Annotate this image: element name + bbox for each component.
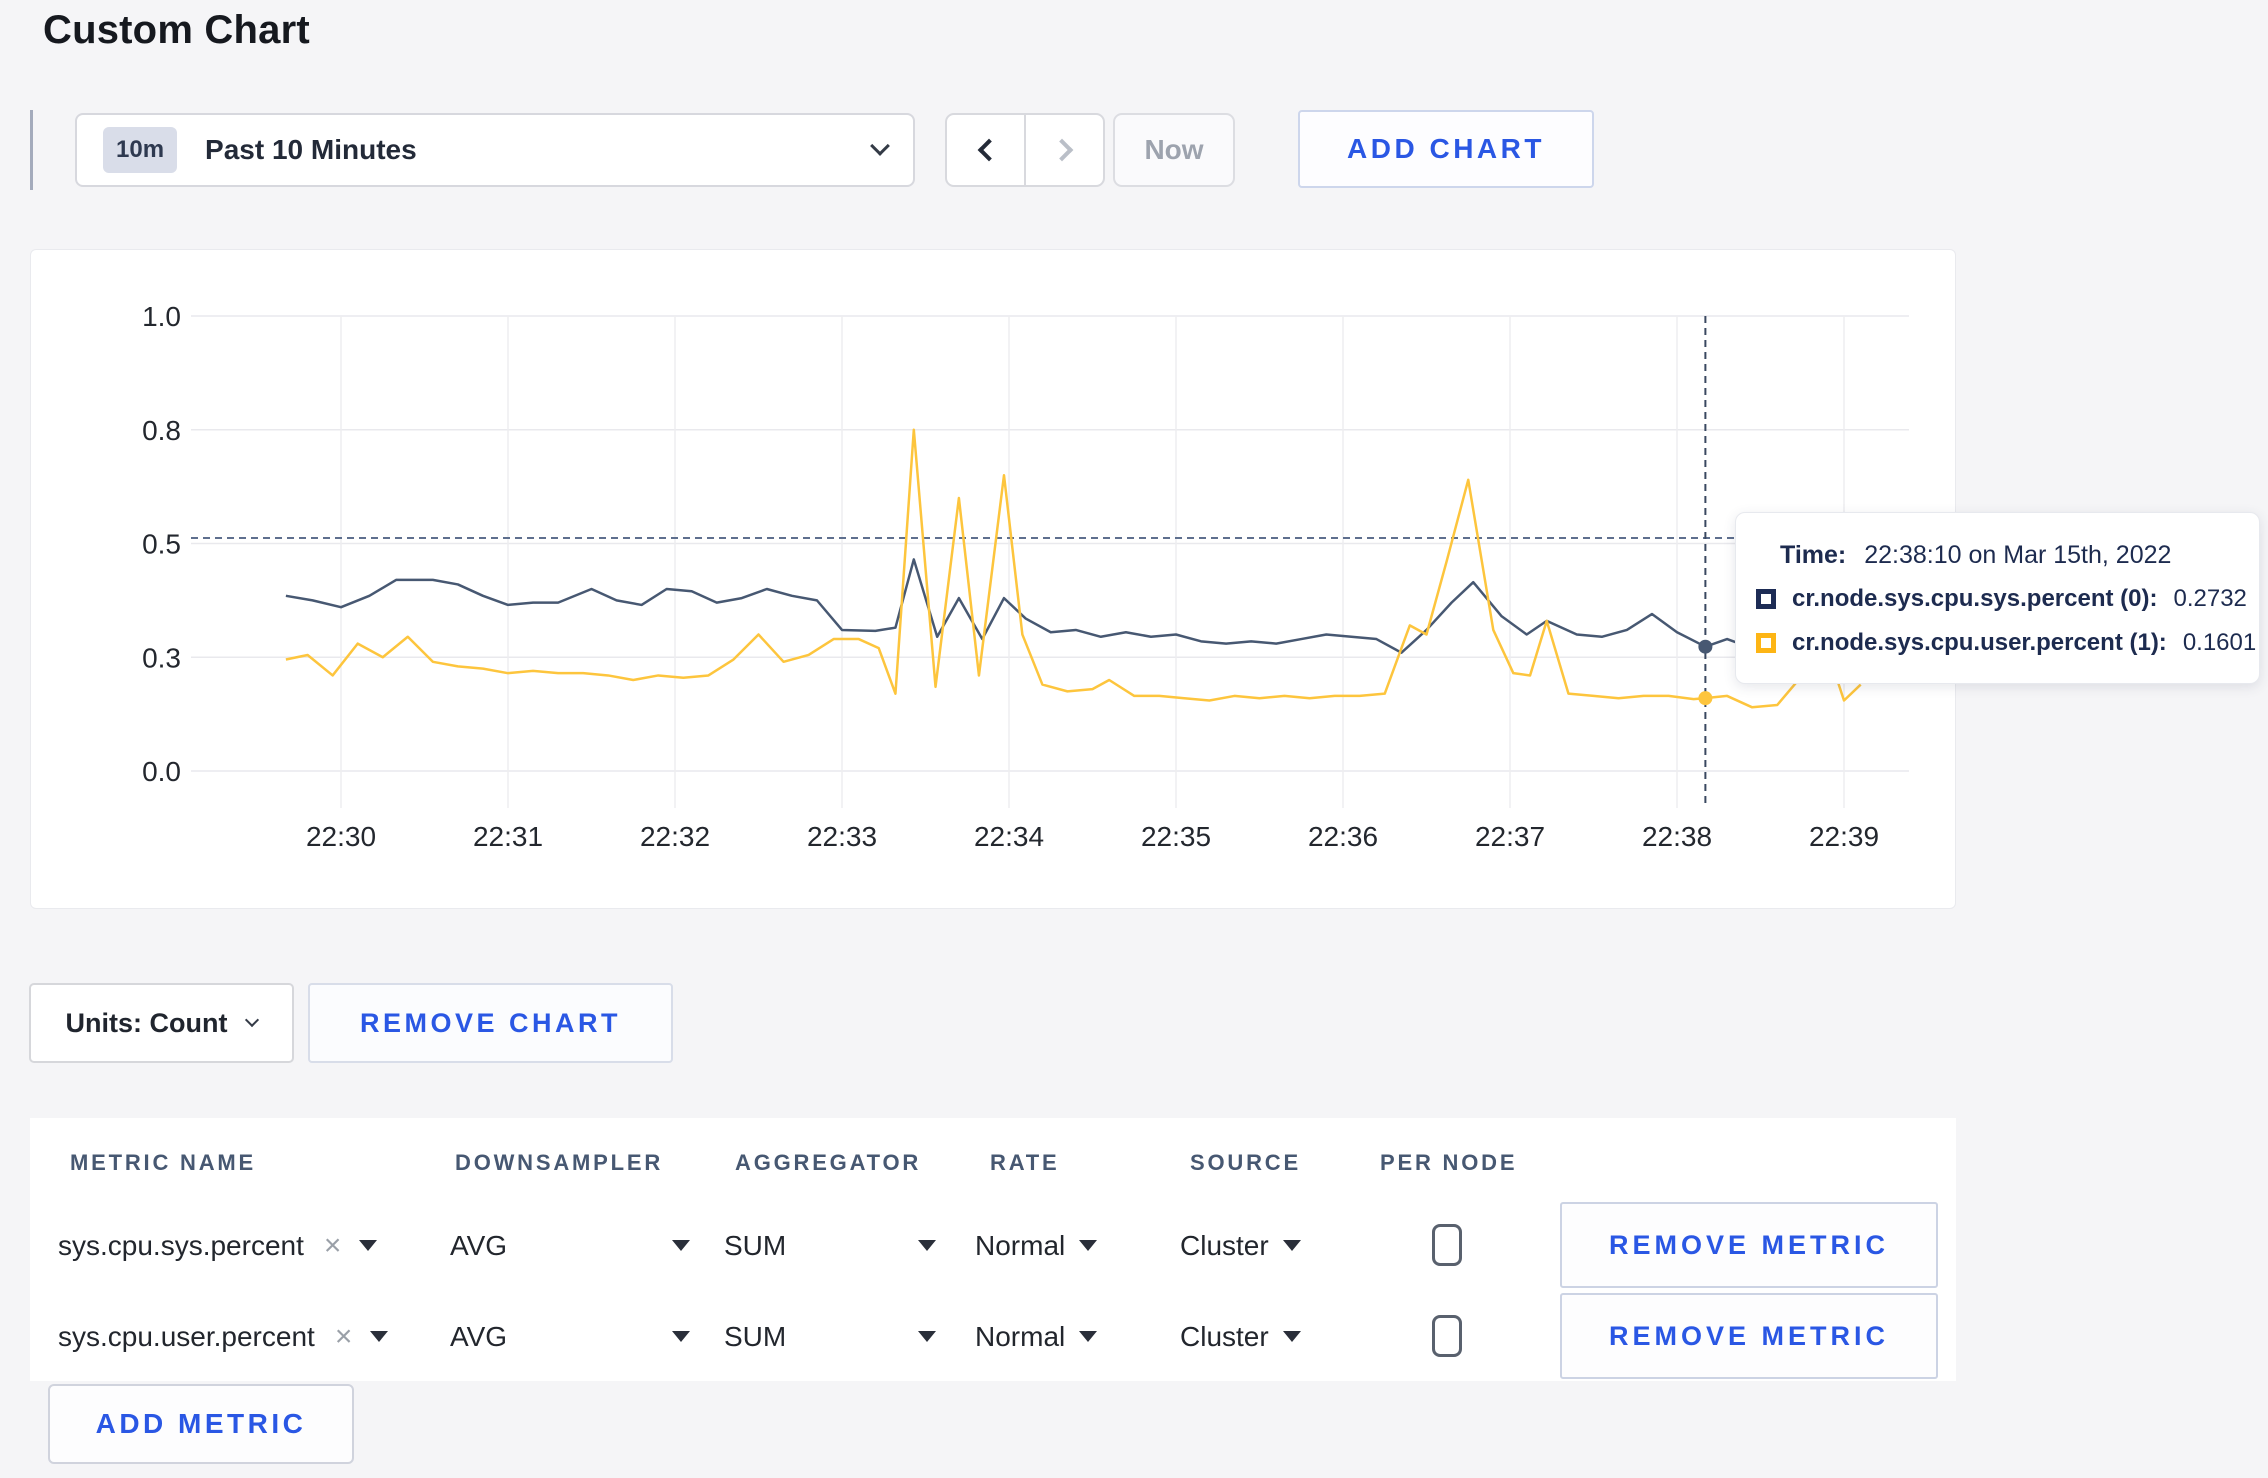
clear-metric-icon[interactable]: × (335, 1320, 353, 1354)
svg-text:0.3: 0.3 (142, 642, 181, 673)
dropdown-caret-icon (672, 1331, 690, 1342)
aggregator-select[interactable]: SUM (724, 1200, 936, 1291)
col-header-metric-name: METRIC NAME (70, 1150, 257, 1175)
source-select[interactable]: Cluster (1180, 1291, 1301, 1382)
metric-name-select[interactable]: sys.cpu.sys.percent × (58, 1200, 378, 1291)
next-time-button[interactable] (1026, 115, 1103, 185)
col-header-source: SOURCE (1190, 1150, 1301, 1175)
aggregator-select[interactable]: SUM (724, 1291, 936, 1382)
time-range-tick (30, 110, 33, 190)
tooltip-sys-name: cr.node.sys.cpu.sys.percent (0): (1792, 585, 2158, 612)
clear-metric-icon[interactable]: × (324, 1229, 342, 1263)
dropdown-caret-icon (1079, 1240, 1098, 1251)
svg-text:0.0: 0.0 (142, 756, 181, 787)
page-title: Custom Chart (43, 8, 310, 52)
per-node-checkbox[interactable] (1432, 1315, 1462, 1357)
dropdown-caret-icon (918, 1240, 936, 1251)
tooltip-time-row: Time: 22:38:10 on Mar 15th, 2022 (1756, 533, 2259, 577)
time-nav-group (945, 113, 1105, 187)
rate-value: Normal (975, 1229, 1066, 1261)
svg-text:22:37: 22:37 (1475, 821, 1545, 852)
downsampler-value: AVG (450, 1320, 508, 1352)
source-select[interactable]: Cluster (1180, 1200, 1301, 1291)
svg-text:22:39: 22:39 (1809, 821, 1879, 852)
downsampler-select[interactable]: AVG (450, 1200, 690, 1291)
source-value: Cluster (1180, 1320, 1269, 1352)
user-series-swatch-icon (1756, 633, 1776, 653)
chart-card: 1.0 0.8 0.5 0.3 0.0 22:30 22:31 22:32 22:33 22:34… (30, 249, 1956, 909)
source-value: Cluster (1180, 1229, 1269, 1261)
tooltip-time-value: 22:38:10 on Mar 15th, 2022 (1864, 540, 2172, 569)
col-header-rate: RATE (990, 1150, 1060, 1175)
table-row: sys.cpu.user.percent × AVG SUM Normal Cl… (30, 1291, 1956, 1382)
dropdown-caret-icon (1282, 1240, 1301, 1251)
chevron-down-icon (245, 1012, 260, 1028)
time-range-label: Past 10 Minutes (205, 134, 417, 165)
svg-text:22:33: 22:33 (807, 821, 877, 852)
remove-metric-button[interactable]: REMOVE METRIC (1560, 1293, 1938, 1379)
time-range-dropdown[interactable]: 10m Past 10 Minutes (75, 113, 915, 187)
downsampler-select[interactable]: AVG (450, 1291, 690, 1382)
tooltip-user-name: cr.node.sys.cpu.user.percent (1): (1792, 629, 2167, 656)
add-chart-button[interactable]: ADD CHART (1298, 110, 1594, 188)
col-header-downsampler: DOWNSAMPLER (455, 1150, 664, 1175)
dropdown-caret-icon (1282, 1331, 1301, 1342)
tooltip-user-value: 0.1601 (2182, 629, 2257, 656)
svg-text:0.5: 0.5 (142, 529, 181, 560)
tooltip-sys-value: 0.2732 (2173, 585, 2247, 612)
remove-chart-button[interactable]: REMOVE CHART (308, 983, 673, 1063)
aggregator-value: SUM (724, 1229, 787, 1261)
svg-text:22:34: 22:34 (974, 821, 1044, 852)
custom-chart-page: Custom Chart 10m Past 10 Minutes Now ADD… (0, 0, 2268, 1478)
dropdown-caret-icon (359, 1240, 378, 1251)
rate-select[interactable]: Normal (975, 1200, 1098, 1291)
per-node-checkbox[interactable] (1432, 1224, 1462, 1266)
dropdown-caret-icon (672, 1240, 690, 1251)
aggregator-value: SUM (724, 1320, 787, 1352)
tooltip-time-label: Time: (1780, 540, 1847, 569)
prev-time-button[interactable] (947, 115, 1026, 185)
dropdown-caret-icon (1079, 1331, 1098, 1342)
metric-name-select[interactable]: sys.cpu.user.percent × (58, 1291, 389, 1382)
remove-metric-button[interactable]: REMOVE METRIC (1560, 1202, 1938, 1288)
rate-select[interactable]: Normal (975, 1291, 1098, 1382)
sys-series-swatch-icon (1756, 589, 1776, 609)
chart-tooltip: Time: 22:38:10 on Mar 15th, 2022 cr.node… (1735, 512, 2260, 684)
metrics-table: METRIC NAME DOWNSAMPLER AGGREGATOR RATE … (30, 1118, 1956, 1381)
svg-text:22:30: 22:30 (306, 821, 376, 852)
dropdown-caret-icon (918, 1331, 936, 1342)
time-range-badge: 10m (103, 127, 178, 173)
units-dropdown[interactable]: Units: Count (29, 983, 294, 1063)
chevron-left-icon (977, 138, 1000, 162)
svg-text:0.8: 0.8 (142, 415, 181, 446)
col-header-aggregator: AGGREGATOR (735, 1150, 922, 1175)
add-metric-button[interactable]: ADD METRIC (48, 1384, 354, 1464)
rate-value: Normal (975, 1320, 1066, 1352)
svg-text:22:31: 22:31 (473, 821, 543, 852)
metric-name-value: sys.cpu.user.percent (58, 1320, 315, 1352)
now-button[interactable]: Now (1113, 113, 1235, 187)
svg-text:22:35: 22:35 (1141, 821, 1211, 852)
tooltip-series-sys: cr.node.sys.cpu.sys.percent (0): 0.2732 (1756, 577, 2259, 621)
svg-text:1.0: 1.0 (142, 301, 181, 332)
downsampler-value: AVG (450, 1229, 508, 1261)
dropdown-caret-icon (370, 1331, 389, 1342)
table-row: sys.cpu.sys.percent × AVG SUM Normal Clu… (30, 1200, 1956, 1291)
tooltip-series-user: cr.node.sys.cpu.user.percent (1): 0.1601 (1756, 621, 2259, 665)
svg-text:22:36: 22:36 (1308, 821, 1378, 852)
svg-text:22:38: 22:38 (1642, 821, 1712, 852)
metric-name-value: sys.cpu.sys.percent (58, 1229, 304, 1261)
svg-text:22:32: 22:32 (640, 821, 710, 852)
chevron-right-icon (1050, 138, 1073, 162)
chart-plot[interactable]: 1.0 0.8 0.5 0.3 0.0 22:30 22:31 22:32 22:33 22:34… (31, 250, 1957, 910)
units-label: Units: Count (65, 1007, 228, 1038)
col-header-per-node: PER NODE (1380, 1150, 1518, 1175)
chevron-down-icon (870, 136, 890, 156)
